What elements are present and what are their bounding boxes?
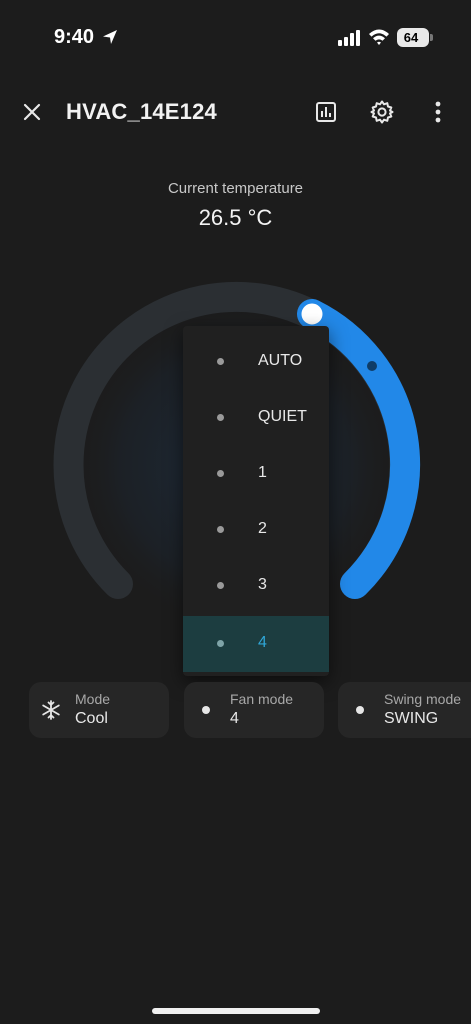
history-button[interactable] [310, 96, 342, 128]
close-button[interactable] [16, 96, 48, 128]
location-arrow-icon [101, 28, 119, 51]
cellular-signal-icon [338, 30, 362, 51]
chart-icon [316, 102, 336, 122]
swing-mode-label: Swing mode [384, 691, 462, 707]
gear-icon [370, 100, 394, 124]
dropdown-option-2[interactable]: 2 [183, 502, 329, 558]
option-label: 3 [258, 576, 267, 593]
more-options-button[interactable] [422, 96, 454, 128]
app-bar: HVAC_14E124 [0, 84, 471, 140]
dot-icon [217, 470, 224, 477]
battery-tip [430, 34, 433, 41]
close-icon [23, 103, 41, 121]
dot-icon [217, 526, 224, 533]
dot-icon [217, 640, 224, 647]
dropdown-option-4[interactable]: 4 [183, 616, 329, 672]
dropdown-option-3[interactable]: 3 [183, 558, 329, 614]
status-bar: 9:40 64 [0, 0, 471, 70]
home-indicator[interactable] [152, 1008, 320, 1014]
battery-icon: 64 [397, 28, 429, 47]
current-temperature-label: Current temperature [167, 180, 304, 197]
mode-label: Mode [75, 691, 111, 707]
page-title: HVAC_14E124 [66, 99, 217, 124]
dot-icon [217, 414, 224, 421]
dot-icon [356, 706, 364, 714]
dropdown-option-1[interactable]: 1 [183, 446, 329, 502]
fan-mode-dropdown: AUTO QUIET 1 2 3 4 [183, 326, 329, 676]
status-time: 9:40 [54, 26, 95, 48]
settings-button[interactable] [366, 96, 398, 128]
current-temperature-value: 26.5 °C [198, 205, 273, 230]
dot-icon [202, 706, 210, 714]
dropdown-option-quiet[interactable]: QUIET [183, 390, 329, 446]
option-label: AUTO [258, 352, 303, 369]
swing-mode-chip[interactable]: Swing mode SWING [338, 682, 471, 738]
current-temp-marker [367, 361, 377, 371]
mode-chip[interactable]: Mode Cool [29, 682, 169, 738]
wifi-icon [368, 28, 390, 51]
option-label: QUIET [258, 408, 307, 425]
dot-icon [217, 582, 224, 589]
option-label: 1 [258, 464, 267, 481]
fan-mode-chip[interactable]: Fan mode 4 [184, 682, 324, 738]
option-label: 4 [258, 634, 267, 651]
battery-level: 64 [403, 30, 419, 45]
dropdown-option-auto[interactable]: AUTO [183, 334, 329, 390]
fan-mode-label: Fan mode [230, 691, 294, 707]
option-label: 2 [258, 520, 267, 537]
mode-value: Cool [75, 710, 108, 727]
swing-mode-value: SWING [384, 710, 439, 727]
dial-handle[interactable] [298, 300, 326, 328]
fan-mode-value: 4 [230, 710, 239, 727]
snowflake-icon [41, 700, 61, 720]
more-vert-icon [435, 101, 441, 123]
dot-icon [217, 358, 224, 365]
